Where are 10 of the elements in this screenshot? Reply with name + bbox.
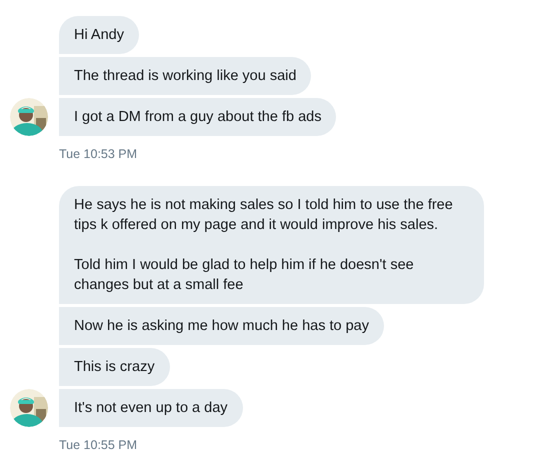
- message-timestamp: Tue 10:53 PM: [59, 147, 138, 161]
- message-text: This is crazy: [74, 358, 155, 377]
- message-text: The thread is working like you said: [74, 67, 296, 86]
- message-text: He says he is not making sales so I told him to use the free tips k offered on my page and it would improve his sales.: [74, 196, 454, 235]
- message-timestamp: Tue 10:55 PM: [59, 438, 138, 452]
- message-text: I got a DM from a guy about the fb ads: [74, 108, 322, 127]
- message-text: Now he is asking me how much he has to pay: [74, 317, 369, 336]
- message-text: It's not even up to a day: [74, 399, 228, 418]
- message-text: Told him I would be glad to help him if he doesn't see changes but at a small fee: [74, 256, 415, 295]
- message-text: Hi Andy: [74, 26, 124, 45]
